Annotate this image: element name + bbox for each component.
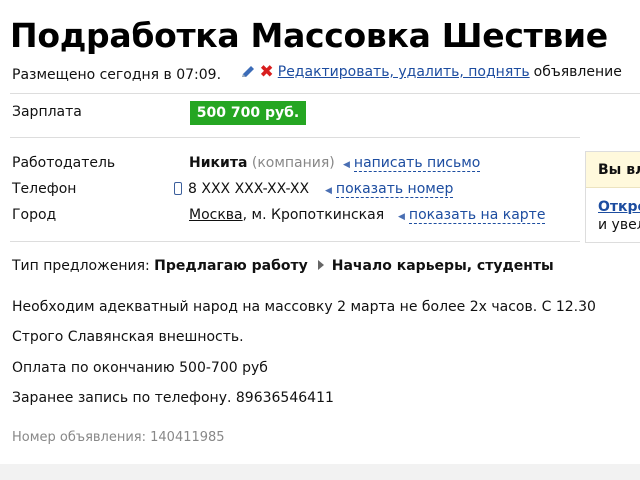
show-map-link[interactable]: показать на карте <box>408 207 546 224</box>
side-panel-text: и увел <box>598 217 640 233</box>
offer-category: Начало карьеры, студенты <box>331 258 554 274</box>
employer-type: (компания) <box>251 155 335 171</box>
side-panel-body: Откро и увел <box>586 188 640 234</box>
show-map-action: ◀ показать на карте <box>398 207 546 224</box>
ad-number: Номер объявления: 140411985 <box>12 430 225 445</box>
city-link[interactable]: Москва <box>189 207 243 223</box>
footer-bar <box>0 464 640 480</box>
offer-type: Тип предложения: Предлагаю работу Начало … <box>12 258 554 274</box>
side-promo-panel: Вы вл Откро и увел <box>585 151 640 243</box>
metro-station: , м. Кропоткинская <box>242 207 385 223</box>
write-letter-action: ◀ написать письмо <box>343 155 481 172</box>
employer-name: Никита <box>189 155 248 171</box>
description-line: Необходим адекватный народ на массовку 2… <box>12 299 596 315</box>
edit-delete-raise-link[interactable]: Редактировать, удалить, поднять <box>278 64 530 80</box>
arrow-left-icon: ◀ <box>343 160 350 170</box>
description-line: Заранее запись по телефону. 89636546411 <box>12 390 334 406</box>
description-line: Строго Славянская внешность. <box>12 329 244 345</box>
divider <box>10 137 580 138</box>
show-phone-action: ◀ показать номер <box>325 181 454 198</box>
mobile-phone-icon <box>174 182 182 195</box>
offer-label: Тип предложения: <box>12 258 150 274</box>
description-line: Оплата по окончанию 500-700 руб <box>12 360 268 376</box>
show-phone-link[interactable]: показать номер <box>335 181 454 198</box>
posted-time: Размещено сегодня в 07:09. <box>12 67 222 83</box>
phone-label: Телефон <box>12 181 77 197</box>
salary-label: Зарплата <box>12 104 82 120</box>
arrow-left-icon: ◀ <box>398 212 405 222</box>
phone-number: 8 XXX XXX-XX-XX <box>188 181 310 197</box>
offer-value: Предлагаю работу <box>154 258 308 274</box>
pencil-icon[interactable] <box>240 65 256 79</box>
side-panel-link[interactable]: Откро <box>598 199 640 215</box>
write-letter-link[interactable]: написать письмо <box>353 155 481 172</box>
employer-label: Работодатель <box>12 155 116 171</box>
divider <box>10 241 580 242</box>
posting-meta: Размещено сегодня в 07:09. ✖ Редактирова… <box>12 64 622 84</box>
city-label: Город <box>12 207 57 223</box>
ad-actions: ✖ Редактировать, удалить, поднять объявл… <box>240 64 622 81</box>
phone-info: 8 XXX XXX-XX-XX <box>174 181 309 197</box>
side-panel-header: Вы вл <box>586 152 640 188</box>
page-title: Подработка Массовка Шествие <box>10 16 608 55</box>
divider <box>10 93 640 94</box>
delete-icon[interactable]: ✖ <box>260 64 274 81</box>
salary-badge: 500 700 руб. <box>190 101 306 125</box>
actions-suffix: объявление <box>533 64 622 80</box>
arrow-left-icon: ◀ <box>325 186 332 196</box>
triangle-right-icon <box>317 260 324 270</box>
employer-info: Никита (компания) <box>189 155 335 171</box>
city-info: Москва, м. Кропоткинская <box>189 207 384 223</box>
